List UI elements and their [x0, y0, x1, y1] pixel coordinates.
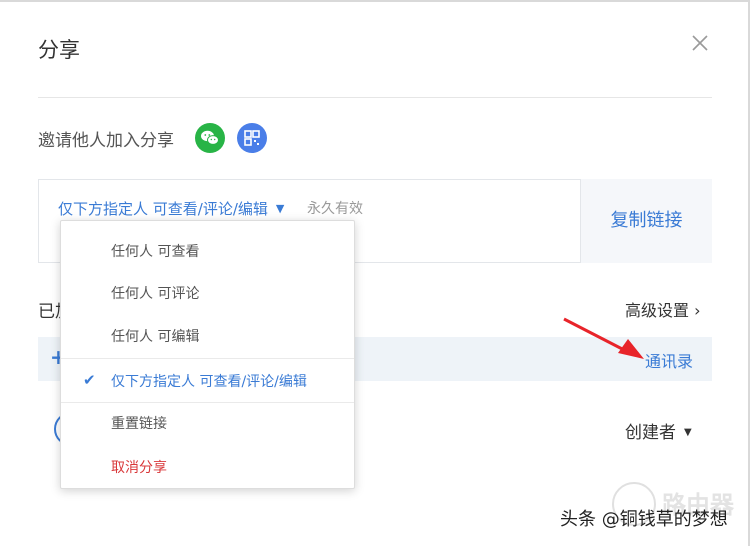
- menu-divider: [61, 358, 354, 359]
- wechat-icon[interactable]: [195, 123, 225, 153]
- permission-dropdown-menu: 任何人 可查看 任何人 可评论 任何人 可编辑 ✔ 仅下方指定人 可查看/评论/…: [60, 220, 355, 489]
- link-expiry: 永久有效: [307, 201, 363, 217]
- owner-role-dropdown[interactable]: 创建者 ▼: [625, 418, 692, 443]
- close-icon[interactable]: [688, 34, 712, 58]
- copy-link-button[interactable]: 复制链接: [580, 179, 712, 263]
- permission-dropdown-trigger[interactable]: 仅下方指定人 可查看/评论/编辑 ▼: [58, 198, 284, 219]
- menu-item-cancel-share[interactable]: 取消分享: [111, 457, 167, 477]
- dialog-title: 分享: [38, 38, 80, 62]
- qrcode-icon[interactable]: [237, 123, 267, 153]
- contacts-link[interactable]: 通讯录: [645, 348, 693, 372]
- menu-item-anyone-comment[interactable]: 任何人 可评论: [111, 283, 199, 303]
- caret-down-icon: ▼: [275, 202, 285, 215]
- menu-divider: [61, 402, 354, 403]
- annotation-arrow: [563, 317, 644, 359]
- title-divider: [38, 97, 712, 98]
- invite-label: 邀请他人加入分享: [38, 131, 174, 151]
- menu-item-anyone-edit[interactable]: 任何人 可编辑: [111, 326, 199, 346]
- owner-role-label: 创建者: [625, 423, 676, 443]
- menu-item-reset-link[interactable]: 重置链接: [111, 413, 167, 433]
- watermark-text: 头条 @铜钱草的梦想: [560, 509, 728, 530]
- menu-item-anyone-view[interactable]: 任何人 可查看: [111, 241, 199, 261]
- caret-down-icon: ▼: [684, 427, 692, 438]
- menu-item-specified-people[interactable]: 仅下方指定人 可查看/评论/编辑: [111, 371, 307, 391]
- permission-label: 仅下方指定人 可查看/评论/编辑: [58, 200, 268, 218]
- window-top-border: [0, 0, 750, 2]
- checkmark-icon: ✔: [83, 371, 96, 389]
